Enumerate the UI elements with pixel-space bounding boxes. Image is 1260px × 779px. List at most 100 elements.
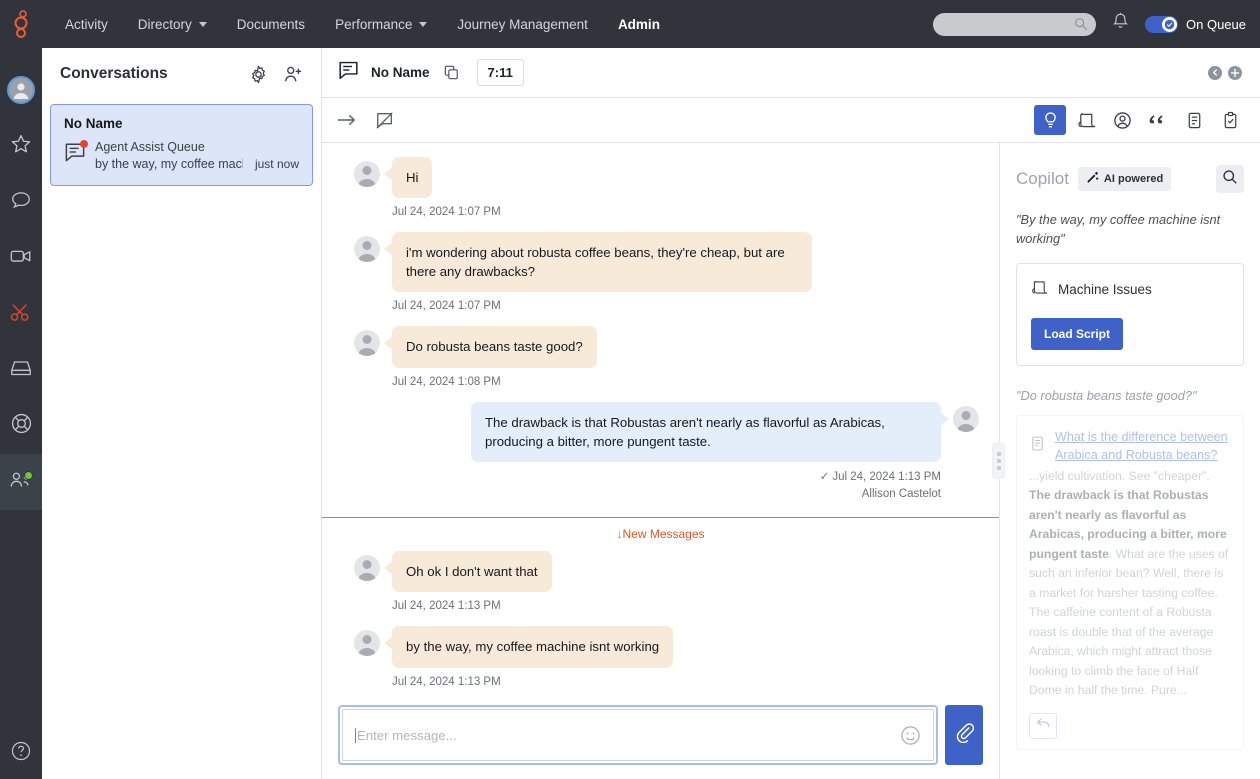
composer-input-wrapper[interactable]: Enter message... xyxy=(338,705,938,765)
interaction-toolbar xyxy=(322,98,1260,143)
copy-icon[interactable] xyxy=(444,65,459,80)
message-item: i'm wondering about robusta coffee beans… xyxy=(322,232,999,312)
message-composer: Enter message... xyxy=(322,695,999,779)
panel-resize-handle[interactable] xyxy=(992,443,1005,479)
notes-button[interactable] xyxy=(1178,105,1210,135)
nav-label: Admin xyxy=(618,17,660,32)
video-camera-icon xyxy=(9,245,33,272)
nav-label: Directory xyxy=(138,17,192,32)
copilot-quote-previous: "Do robusta beans taste good?" xyxy=(1016,388,1244,403)
on-queue-toggle[interactable] xyxy=(1145,16,1178,33)
article-link[interactable]: What is the difference between Arabica a… xyxy=(1055,428,1231,465)
rail-item-profile[interactable] xyxy=(0,62,42,118)
message-timestamp: Jul 24, 2024 1:08 PM xyxy=(392,376,979,388)
interaction-window-controls xyxy=(1208,66,1244,80)
article-reply-button[interactable] xyxy=(1029,713,1057,739)
delivered-check-icon: ✓ xyxy=(820,471,830,483)
message-timestamp: Jul 24, 2024 1:07 PM xyxy=(392,300,979,312)
body-container: Conversations xyxy=(0,48,1260,779)
load-script-button[interactable]: Load Script xyxy=(1031,318,1123,350)
rail-item-chat[interactable] xyxy=(0,174,42,230)
conversations-header: Conversations xyxy=(42,48,321,100)
snippet-post: . What are the uses of such an inferior … xyxy=(1029,547,1228,698)
article-header: What is the difference between Arabica a… xyxy=(1029,428,1231,465)
copilot-article-card[interactable]: What is the difference between Arabica a… xyxy=(1016,415,1244,750)
chat-message-icon xyxy=(64,140,86,171)
conversation-time: just now xyxy=(255,157,299,171)
notifications-bell-icon[interactable] xyxy=(1112,12,1129,36)
add-person-icon[interactable] xyxy=(283,65,303,84)
search-icon xyxy=(1074,17,1088,36)
grip-dot xyxy=(997,466,1001,470)
message-bubble: by the way, my coffee machine isnt worki… xyxy=(392,626,673,667)
conversation-list-item[interactable]: No Name Agent Assist Queue xyxy=(50,104,313,186)
article-document-icon xyxy=(1029,435,1046,457)
message-row: Oh ok I don't want that xyxy=(354,551,979,592)
chevron-left-circle-icon[interactable] xyxy=(1208,66,1222,80)
top-navigation-bar: Activity Directory Documents Performance… xyxy=(0,0,1260,48)
avatar xyxy=(354,630,380,656)
rail-item-video[interactable] xyxy=(0,230,42,286)
rail-item-inbox[interactable] xyxy=(0,342,42,398)
nav-label: Activity xyxy=(65,17,108,32)
avatar xyxy=(354,330,380,356)
interaction-main: Hi Jul 24, 2024 1:07 PM i'm wondering ab… xyxy=(322,143,1260,779)
help-button[interactable] xyxy=(0,740,42,767)
attach-file-button[interactable] xyxy=(945,705,983,765)
nav-item-directory[interactable]: Directory xyxy=(123,0,222,48)
conversation-text-lines: Agent Assist Queue by the way, my coffee… xyxy=(95,140,299,171)
message-timestamp: Jul 24, 2024 1:13 PM xyxy=(392,676,979,688)
nav-item-journey-management[interactable]: Journey Management xyxy=(442,0,603,48)
on-queue-toggle-group[interactable]: On Queue xyxy=(1145,16,1246,33)
clipboard-check-button[interactable] xyxy=(1214,105,1246,135)
toolbar-right-actions xyxy=(1034,105,1246,135)
lifesaver-icon xyxy=(10,412,33,440)
scissors-icon xyxy=(9,301,33,328)
message-input[interactable]: Enter message... xyxy=(342,709,934,761)
message-meta: ✓Jul 24, 2024 1:13 PM Allison Castelot xyxy=(354,469,941,504)
copilot-quote-current: "By the way, my coffee machine isnt work… xyxy=(1016,211,1244,248)
nav-item-activity[interactable]: Activity xyxy=(50,0,123,48)
message-bubble: Hi xyxy=(392,157,432,198)
move-circle-icon[interactable] xyxy=(1228,66,1242,80)
chat-bubble-icon xyxy=(10,189,32,216)
person-circle-button[interactable] xyxy=(1106,105,1138,135)
interaction-header: No Name 7:11 xyxy=(322,48,1260,98)
rail-item-support[interactable] xyxy=(0,398,42,454)
conversation-snippet: by the way, my coffee machine isr xyxy=(95,157,243,171)
inbox-tray-icon xyxy=(9,357,33,384)
emoji-smile-icon[interactable] xyxy=(900,725,921,746)
rail-item-favorites[interactable] xyxy=(0,118,42,174)
message-sender: Allison Castelot xyxy=(354,486,941,503)
global-search-input[interactable] xyxy=(933,13,1096,36)
chat-message-icon xyxy=(338,60,359,85)
copilot-lightbulb-button[interactable] xyxy=(1034,105,1066,135)
conversation-name: No Name xyxy=(64,116,299,131)
rail-item-scissors[interactable] xyxy=(0,286,42,342)
nav-right-controls: On Queue xyxy=(933,12,1260,36)
nav-label: Documents xyxy=(237,17,305,32)
script-scroll-button[interactable] xyxy=(1070,105,1102,135)
nav-item-documents[interactable]: Documents xyxy=(222,0,320,48)
genesys-logo[interactable] xyxy=(0,0,42,48)
chat-column: Hi Jul 24, 2024 1:07 PM i'm wondering ab… xyxy=(322,143,1000,779)
quote-button[interactable] xyxy=(1142,105,1174,135)
ai-powered-badge: AI powered xyxy=(1078,167,1171,191)
new-messages-label: ↓New Messages xyxy=(322,518,999,551)
message-bubble: Do robusta beans taste good? xyxy=(392,326,597,367)
nav-item-admin[interactable]: Admin xyxy=(603,0,675,48)
message-bubble: The drawback is that Robustas aren't nea… xyxy=(471,402,941,462)
copilot-search-button[interactable] xyxy=(1216,165,1244,193)
rail-item-agent-assist[interactable] xyxy=(0,454,42,510)
conversations-title: Conversations xyxy=(60,65,168,83)
nav-item-performance[interactable]: Performance xyxy=(320,0,442,48)
message-timestamp: Jul 24, 2024 1:07 PM xyxy=(392,206,979,218)
nav-label: Performance xyxy=(335,17,412,32)
gear-icon[interactable] xyxy=(249,65,268,84)
interaction-panel: No Name 7:11 xyxy=(322,48,1260,779)
left-activity-rail xyxy=(0,48,42,779)
copilot-panel: Copilot AI pow xyxy=(1000,143,1260,779)
disconnect-chat-icon[interactable] xyxy=(375,111,395,130)
conversation-queue: Agent Assist Queue xyxy=(95,140,299,154)
transfer-arrow-icon[interactable] xyxy=(336,111,357,129)
